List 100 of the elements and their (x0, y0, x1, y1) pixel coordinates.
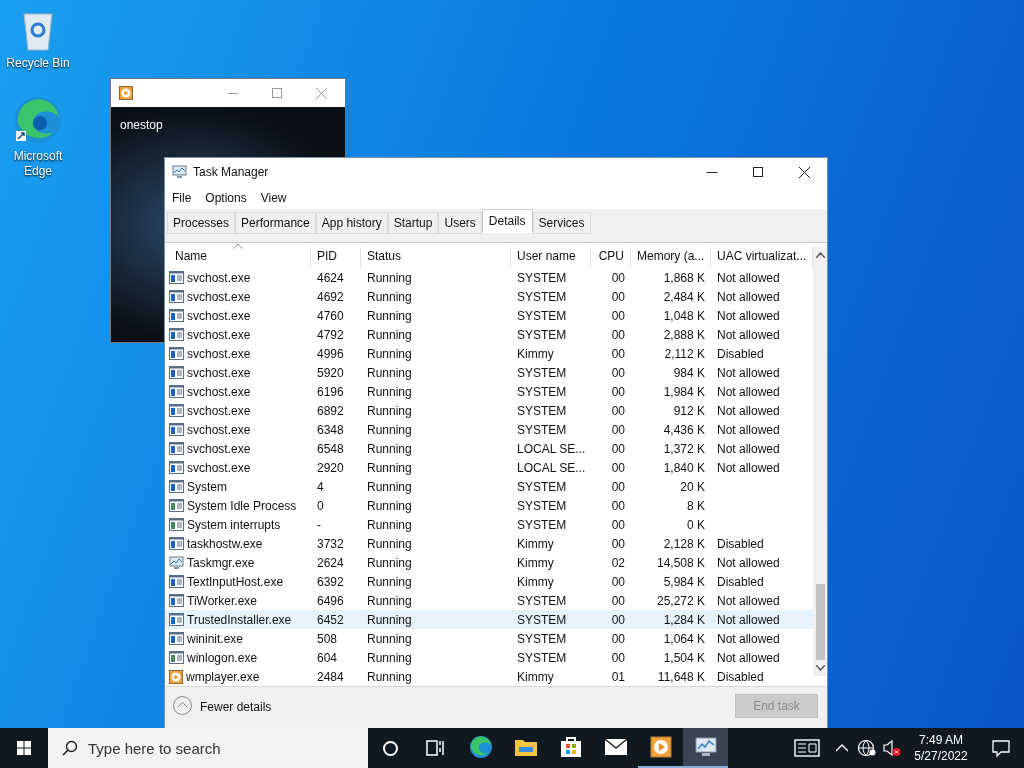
maximize-icon[interactable] (753, 167, 763, 177)
tab[interactable]: Details (481, 209, 533, 233)
process-row[interactable]: svchost.exe 4760 Running SYSTEM 00 1,048 K Not allowed (165, 306, 813, 325)
tab[interactable]: Startup (387, 212, 439, 234)
media-player-icon (169, 669, 183, 684)
column-header[interactable]: PID (311, 247, 361, 268)
scroll-down-icon[interactable] (815, 665, 825, 671)
table-cell-text: Not allowed (717, 440, 780, 458)
table-cell-text: taskhostw.exe (187, 535, 263, 553)
table-cell-text: Running (367, 478, 412, 496)
menu-item[interactable]: Options (205, 188, 247, 207)
table-cell-text: Kimmy (517, 554, 554, 572)
process-row[interactable]: svchost.exe 4624 Running SYSTEM 00 1,868 K Not allowed (165, 268, 813, 287)
globe-icon[interactable] (857, 739, 877, 757)
window-icon (169, 404, 184, 417)
process-row[interactable]: svchost.exe 2920 Running LOCAL SE... 00 1,840 K Not allowed (165, 458, 813, 477)
process-row[interactable]: Taskmgr.exe 2624 Running Kimmy 02 14,508 K Not allowed (165, 553, 813, 572)
window-icon (169, 537, 184, 550)
search-field[interactable]: Type here to search (48, 728, 368, 768)
minimize-icon[interactable] (707, 171, 717, 173)
news-icon[interactable] (794, 739, 820, 757)
table-cell-text: Running (367, 307, 412, 325)
window-icon (169, 385, 184, 398)
tab[interactable]: Performance (235, 212, 316, 234)
window-icon (169, 594, 184, 607)
menu-item[interactable]: View (260, 188, 287, 207)
table-cell-text: Taskmgr.exe (187, 554, 255, 572)
shopping-bag-icon (559, 736, 582, 758)
process-row[interactable]: System Idle Process 0 Running SYSTEM 00 8 K (165, 496, 813, 515)
column-header[interactable]: Status (361, 247, 511, 268)
table-cell-text: Running (367, 383, 412, 401)
table-cell-text: Not allowed (717, 288, 780, 306)
process-row[interactable]: winlogon.exe 604 Running SYSTEM 00 1,504 K Not allowed (165, 648, 813, 667)
column-header[interactable]: Name (165, 247, 311, 268)
process-row[interactable]: svchost.exe 6548 Running LOCAL SE... 00 1,372 K Not allowed (165, 439, 813, 458)
notification-icon[interactable] (992, 739, 1010, 757)
scrollbar-thumb[interactable] (815, 584, 825, 660)
scrollbar[interactable] (813, 247, 827, 676)
column-header[interactable]: User name (511, 247, 591, 268)
process-row[interactable]: svchost.exe 4996 Running Kimmy 00 2,112 K Disabled (165, 344, 813, 363)
column-header[interactable]: Memory (a... (631, 247, 711, 268)
table-cell-text: Running (367, 364, 412, 382)
table-cell-text: 984 K (673, 364, 705, 382)
table-cell-text: SYSTEM (517, 364, 567, 382)
tab[interactable]: App history (315, 212, 388, 234)
process-row[interactable]: TrustedInstaller.exe 6452 Running SYSTEM 00 1,284 K Not allowed (165, 610, 813, 629)
table-cell-text: Running (367, 573, 412, 591)
clock-date[interactable]: 5/27/2022 (914, 748, 968, 764)
window-icon (169, 499, 184, 512)
window-icon (169, 309, 184, 322)
process-row[interactable]: svchost.exe 4692 Running SYSTEM 00 2,484 K Not allowed (165, 287, 813, 306)
process-row[interactable]: svchost.exe 6892 Running SYSTEM 00 912 K Not allowed (165, 401, 813, 420)
table-cell-text: 2,888 K (663, 326, 705, 344)
table-cell-text: 2484 (317, 668, 344, 686)
table-cell-text: 1,504 K (663, 649, 705, 667)
process-row[interactable]: svchost.exe 6196 Running SYSTEM 00 1,984 K Not allowed (165, 382, 813, 401)
close-icon[interactable] (799, 166, 810, 178)
process-row[interactable]: taskhostw.exe 3732 Running Kimmy 00 2,128 K Disabled (165, 534, 813, 553)
table-cell-text: Running (367, 326, 412, 344)
process-row[interactable]: wmplayer.exe 2484 Running Kimmy 01 11,648 K Disabled (165, 667, 813, 686)
tab[interactable]: Users (438, 212, 482, 234)
window-icon (169, 366, 184, 379)
table-cell-text: 3732 (317, 535, 344, 553)
table-cell-text: 1,840 K (663, 459, 705, 477)
tab[interactable]: Processes (167, 212, 236, 234)
window-icon (169, 271, 184, 284)
tab[interactable]: Services (532, 212, 591, 234)
process-row[interactable]: svchost.exe 5920 Running SYSTEM 00 984 K Not allowed (165, 363, 813, 382)
chevron-up-icon[interactable] (836, 744, 848, 752)
table-cell-text: Running (367, 611, 412, 629)
speaker-muted-icon[interactable] (883, 739, 901, 757)
process-row[interactable]: TiWorker.exe 6496 Running SYSTEM 00 25,272 K Not allowed (165, 591, 813, 610)
table-cell-text: Running (367, 535, 412, 553)
table-cell-text: Kimmy (517, 535, 554, 553)
table-cell-text: Not allowed (717, 649, 780, 667)
process-row[interactable]: System 4 Running SYSTEM 00 20 K (165, 477, 813, 496)
window-icon (169, 575, 184, 588)
taskbar-app-button[interactable] (683, 728, 728, 768)
menu-item[interactable]: File (172, 188, 192, 207)
table-cell-text: 1,284 K (663, 611, 705, 629)
table-cell-text: Running (367, 668, 412, 686)
monitor-chart-icon (172, 165, 187, 179)
column-header[interactable]: CPU (591, 247, 631, 268)
process-row[interactable]: System interrupts - Running SYSTEM 00 0 K (165, 515, 813, 534)
process-row[interactable]: TextInputHost.exe 6392 Running Kimmy 00 5,984 K Disabled (165, 572, 813, 591)
table-cell-text: Running (367, 345, 412, 363)
fewer-details-link[interactable]: Fewer details (200, 698, 272, 716)
table-cell-text: TextInputHost.exe (187, 573, 284, 591)
scroll-up-icon[interactable] (815, 252, 825, 258)
process-row[interactable]: svchost.exe 4792 Running SYSTEM 00 2,888 K Not allowed (165, 325, 813, 344)
process-row[interactable]: svchost.exe 6348 Running SYSTEM 00 4,436 K Not allowed (165, 420, 813, 439)
table-cell-text: 1,064 K (663, 630, 705, 648)
table-cell-text: 1,372 K (663, 440, 705, 458)
clock-time[interactable]: 7:49 AM (919, 732, 963, 748)
process-row[interactable]: wininit.exe 508 Running SYSTEM 00 1,064 K Not allowed (165, 629, 813, 648)
folder-icon (513, 737, 538, 757)
table-cell-text: SYSTEM (517, 383, 567, 401)
table-cell-text: 00 (611, 649, 625, 667)
table-cell-text: 00 (611, 573, 625, 591)
collapse-chevron-icon[interactable] (173, 696, 192, 715)
